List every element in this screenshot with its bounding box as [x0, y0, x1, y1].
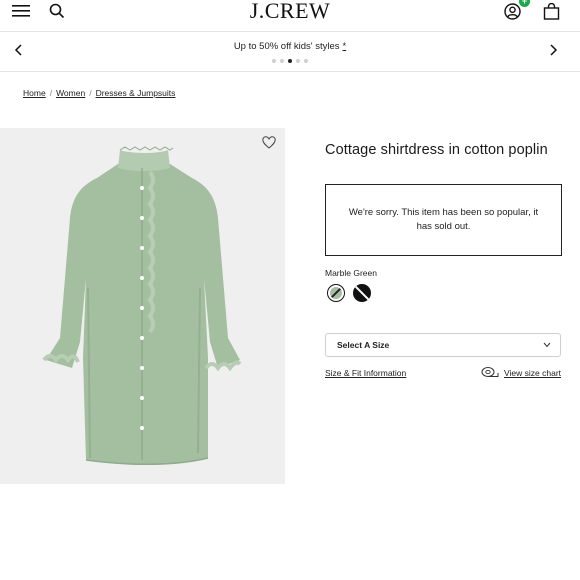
product-title: Cottage shirtdress in cotton poplin [325, 142, 548, 158]
product-image[interactable] [0, 128, 285, 484]
breadcrumb-dresses-jumpsuits[interactable]: Dresses & Jumpsuits [96, 88, 176, 98]
view-size-chart-link[interactable]: View size chart [504, 368, 561, 378]
sold-out-notice: We're sorry. This item has been so popul… [325, 184, 562, 256]
promo-details-link[interactable]: * [342, 41, 346, 52]
heart-icon[interactable] [262, 136, 276, 149]
carousel-dot[interactable] [280, 59, 284, 63]
carousel-dot[interactable] [272, 59, 276, 63]
size-fit-info-link[interactable]: Size & Fit Information [325, 368, 406, 378]
breadcrumb: Home / Women / Dresses & Jumpsuits [23, 88, 175, 98]
site-header: J.CREW + [0, 0, 580, 26]
breadcrumb-women[interactable]: Women [56, 88, 85, 98]
breadcrumb-home[interactable]: Home [23, 88, 46, 98]
color-label: Marble Green [325, 268, 377, 278]
promo-text[interactable]: Up to 50% off kids' styles * [0, 41, 580, 52]
promo-message[interactable]: Up to 50% off kids' styles [234, 41, 340, 52]
breadcrumb-separator: / [89, 88, 92, 98]
chevron-down-icon [543, 342, 551, 348]
size-select-label: Select A Size [337, 340, 390, 350]
carousel-dot-active[interactable] [288, 59, 292, 63]
measuring-tape-icon [481, 367, 499, 377]
header-divider [0, 31, 580, 32]
breadcrumb-separator: / [49, 88, 53, 98]
brand-logo[interactable]: J.CREW [0, 0, 580, 24]
carousel-dot[interactable] [304, 59, 308, 63]
chevron-right-icon[interactable] [546, 43, 560, 57]
account-icon[interactable] [504, 3, 521, 20]
swatch-black[interactable] [353, 284, 371, 302]
carousel-dots [0, 59, 580, 63]
carousel-dot[interactable] [296, 59, 300, 63]
promo-banner: Up to 50% off kids' styles * [0, 33, 580, 71]
swatch-marble-green[interactable] [327, 284, 345, 302]
size-select[interactable]: Select A Size [325, 333, 561, 357]
promo-divider [0, 71, 580, 72]
dress-illustration [42, 146, 242, 465]
sold-out-message: We're sorry. This item has been so popul… [348, 207, 539, 232]
shopping-bag-icon[interactable] [543, 3, 560, 20]
